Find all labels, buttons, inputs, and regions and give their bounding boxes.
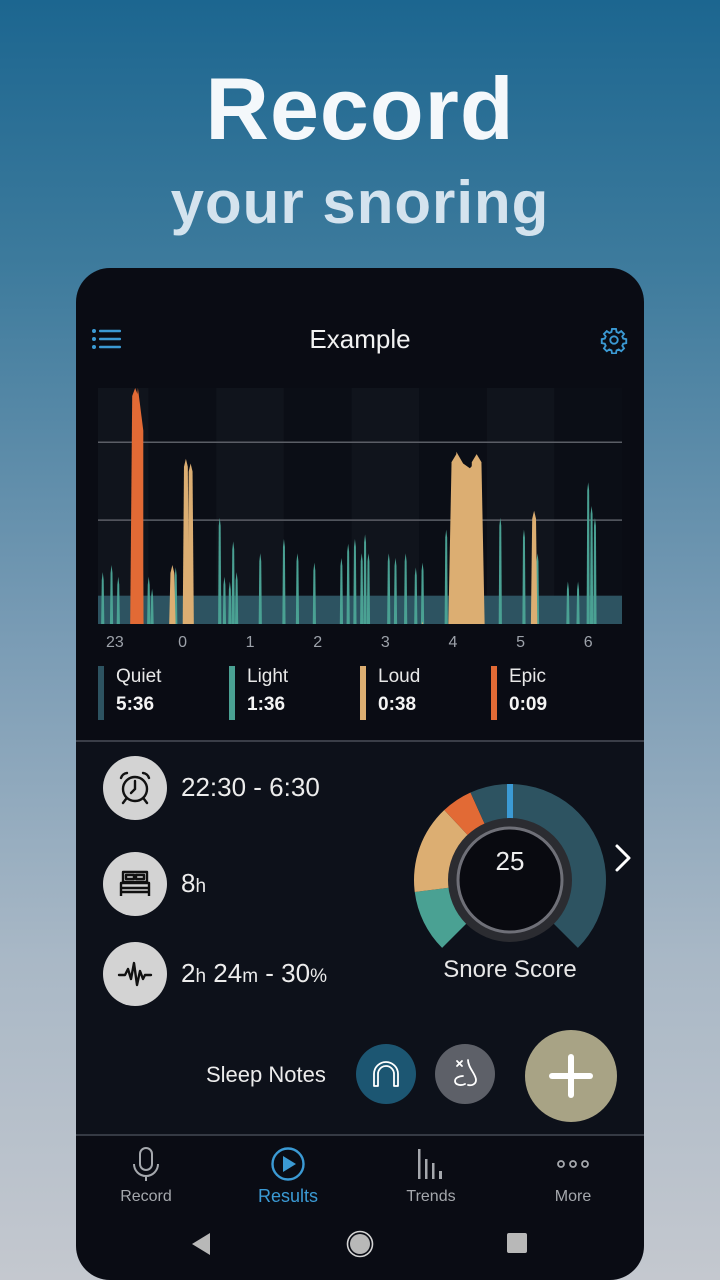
legend-value: 0:38: [378, 694, 417, 715]
legend-value: 1:36: [247, 694, 286, 715]
legend-swatch-quiet: [98, 666, 104, 720]
hero-title: Record: [205, 59, 515, 158]
more-dots-icon: [557, 1160, 589, 1168]
sleep-note-mouthguard-button[interactable]: [356, 1044, 416, 1104]
x-tick-label: 1: [245, 634, 255, 651]
hour-band: [148, 388, 217, 624]
hour-band: [216, 388, 284, 624]
x-tick-label: 2: [313, 634, 323, 651]
snore-score-label: Snore Score: [443, 956, 577, 983]
system-nav-bar: [76, 1220, 644, 1270]
legend-value: 5:36: [116, 694, 155, 715]
hero-subtitle: your snoring: [170, 169, 550, 236]
gauge-center: [456, 826, 564, 934]
legend-label: Light: [247, 666, 289, 687]
hour-band: [486, 388, 555, 624]
snore-spike-loud: [454, 451, 483, 624]
recents-icon[interactable]: [506, 1232, 528, 1254]
x-tick-label: 3: [380, 634, 390, 651]
snore-minutes-unit: m: [242, 966, 259, 987]
snore-minutes: 24: [213, 958, 243, 988]
time-range: 22:30 - 6:30: [181, 772, 320, 802]
snore-percent-unit: %: [310, 966, 327, 987]
mouthguard-icon: [373, 1061, 399, 1087]
snore-separator: -: [258, 958, 282, 988]
sleep-note-nasal-button[interactable]: [435, 1044, 495, 1104]
snore-spike-epic: [133, 388, 144, 624]
nav-item-results[interactable]: Results: [223, 1146, 353, 1207]
add-sleep-note-button[interactable]: [525, 1030, 617, 1122]
legend-label: Epic: [509, 666, 546, 687]
duration-unit: h: [195, 876, 207, 897]
snore-percent: 30: [281, 958, 311, 988]
nose-icon: [454, 1059, 477, 1087]
summary-section: 22:30 - 6:30 8h 2h 24m - 30% 25 Snore Sc…: [76, 742, 644, 1134]
legend-label: Quiet: [116, 666, 162, 687]
nav-item-record[interactable]: Record: [81, 1146, 211, 1206]
legend-swatch-epic: [491, 666, 497, 720]
bed-icon: [103, 852, 167, 916]
nav-item-more[interactable]: More: [508, 1146, 638, 1206]
alarm-clock-icon: [103, 756, 167, 820]
snore-hours: 2: [181, 958, 196, 988]
waveform-icon: [103, 942, 167, 1006]
nav-label: Results: [257, 1186, 319, 1206]
gear-icon[interactable]: [600, 326, 628, 354]
nav-label: More: [554, 1188, 592, 1205]
duration-value: 8: [181, 868, 196, 898]
app-header: Example: [76, 268, 644, 378]
x-tick-label: 23: [105, 634, 124, 651]
x-tick-label: 0: [178, 634, 187, 651]
home-icon[interactable]: [346, 1230, 374, 1258]
sleep-duration: 8h: [181, 868, 206, 899]
snore-chart: [98, 388, 622, 624]
sleep-notes-label: Sleep Notes: [206, 1062, 326, 1087]
back-icon[interactable]: [190, 1232, 212, 1256]
phone-screen: Example 23 0 1 2 3 4 5 6 Quiet 5:36 Light 1:36 …: [76, 268, 644, 1280]
x-tick-label: 6: [583, 634, 593, 651]
play-circle-icon: [271, 1147, 305, 1181]
nav-label: Record: [120, 1188, 172, 1205]
legend-swatch-light: [229, 666, 235, 720]
chevron-right-icon[interactable]: [612, 840, 634, 876]
plus-icon: [549, 1054, 593, 1098]
snore-hours-unit: h: [195, 966, 207, 987]
page-title: Example: [309, 324, 411, 354]
x-tick-label: 4: [448, 634, 458, 651]
bar-chart-icon: [418, 1149, 442, 1179]
snore-time: 2h 24m - 30%: [181, 958, 327, 989]
snore-score-value: 25: [495, 846, 525, 876]
x-tick-label: 5: [516, 634, 526, 651]
snore-chart-svg: [98, 388, 622, 624]
nav-label: Trends: [406, 1188, 456, 1205]
legend-value: 0:09: [509, 694, 548, 715]
nav-item-trends[interactable]: Trends: [366, 1146, 496, 1206]
microphone-icon: [133, 1147, 159, 1181]
legend-swatch-loud: [360, 666, 366, 720]
x-axis-labels: 23 0 1 2 3 4 5 6: [98, 634, 622, 656]
legend-label: Loud: [378, 666, 421, 687]
legend: Quiet 5:36 Light 1:36 Loud 0:38 Epic 0:0…: [98, 666, 644, 720]
bottom-nav: Record Results Trends More: [76, 1136, 644, 1212]
